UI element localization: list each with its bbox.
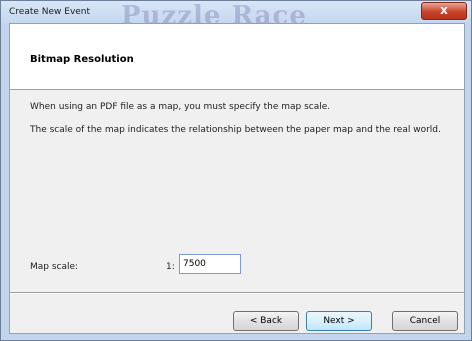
close-button[interactable]: x: [421, 2, 467, 20]
next-button[interactable]: Next >: [306, 311, 372, 331]
close-icon: x: [440, 3, 448, 17]
map-scale-label: Map scale:: [30, 262, 79, 272]
wizard-header: Bitmap Resolution: [10, 24, 464, 90]
window-title: Create New Event: [9, 7, 91, 17]
cancel-button[interactable]: Cancel: [392, 311, 458, 331]
dialog-content: Bitmap Resolution When using an PDF file…: [9, 23, 465, 334]
dialog-window: Puzzle Race Create New Event x Bitmap Re…: [0, 0, 472, 341]
page-title: Bitmap Resolution: [30, 54, 134, 65]
title-bar[interactable]: Puzzle Race Create New Event x: [1, 1, 471, 31]
footer-divider: [10, 292, 464, 294]
description-text: The scale of the map indicates the relat…: [30, 125, 441, 135]
map-scale-prefix: 1:: [166, 262, 175, 272]
instruction-text: When using an PDF file as a map, you mus…: [30, 102, 331, 112]
back-button[interactable]: < Back: [233, 311, 299, 331]
map-scale-input[interactable]: [179, 254, 241, 274]
